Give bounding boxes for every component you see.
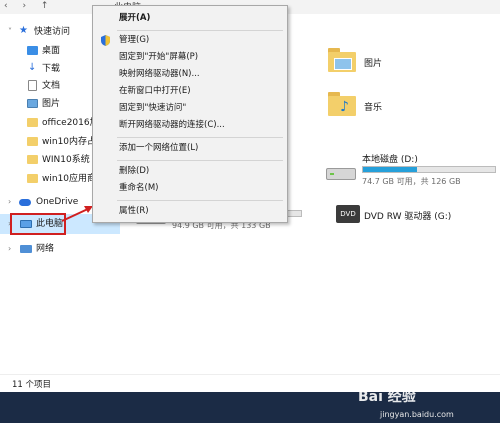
folder-icon xyxy=(27,137,38,146)
folder-icon xyxy=(27,174,38,183)
status-bar: 11 个项目 xyxy=(0,374,500,393)
menu-item-properties[interactable]: 属性(R) xyxy=(93,204,287,219)
network-icon xyxy=(20,245,32,253)
red-highlight-box xyxy=(10,213,66,235)
drive-label: DVD RW 驱动器 (G:) xyxy=(364,212,452,222)
drive-usage-bar xyxy=(362,166,496,173)
drive-tile-d[interactable]: 本地磁盘 (D:) 74.7 GB 可用，共 126 GB xyxy=(326,150,498,190)
chevron-right-icon[interactable]: › xyxy=(8,194,11,210)
menu-item-manage[interactable]: 管理(G) xyxy=(93,33,287,48)
nav-arrows-icon[interactable]: ‹ › ↑ xyxy=(4,1,54,11)
sidebar-item-label: 桌面 xyxy=(42,46,61,56)
menu-item-pin-quick-access[interactable]: 固定到"快速访问" xyxy=(93,101,287,116)
quick-access-label: 快速访问 xyxy=(34,27,71,37)
sidebar-item-label: office2016加 xyxy=(42,118,99,128)
folder-label: 音乐 xyxy=(364,103,383,113)
document-icon xyxy=(28,80,37,91)
red-arrow-icon xyxy=(61,206,93,222)
menu-item-pin-start[interactable]: 固定到"开始"屏幕(P) xyxy=(93,50,287,65)
folder-tile-music[interactable]: ♪ 音乐 xyxy=(328,92,388,122)
menu-item-delete[interactable]: 删除(D) xyxy=(93,164,287,179)
menu-item-open-new-window[interactable]: 在新窗口中打开(E) xyxy=(93,84,287,99)
folder-icon xyxy=(27,155,38,164)
drive-free-text: 74.7 GB 可用，共 126 GB xyxy=(362,177,461,186)
watermark-url: jingyan.baidu.com xyxy=(380,410,454,419)
sidebar-item-label: 文档 xyxy=(42,81,61,91)
dvd-drive-icon: DVD xyxy=(336,205,360,223)
menu-item-map-drive[interactable]: 映射网络驱动器(N)... xyxy=(93,67,287,82)
cloud-icon xyxy=(19,199,31,206)
item-count: 11 个项目 xyxy=(12,380,52,390)
shield-icon xyxy=(100,35,111,46)
folder-label: 图片 xyxy=(364,59,383,69)
chevron-right-icon[interactable]: › xyxy=(8,241,11,257)
context-menu: 展开(A) 管理(G) 固定到"开始"屏幕(P) 映射网络驱动器(N)... 在… xyxy=(92,5,288,223)
sidebar-item-label: WIN10系统 xyxy=(42,155,90,165)
star-icon: ★ xyxy=(19,25,28,36)
chevron-down-icon[interactable]: ˅ xyxy=(8,24,12,40)
download-icon: ↓ xyxy=(28,62,37,73)
sidebar-item-label: win10内存占 xyxy=(42,137,97,147)
sidebar-item-label: 下载 xyxy=(42,64,61,74)
drive-usage-fill xyxy=(363,167,418,172)
picture-icon xyxy=(27,99,38,108)
sidebar-item-label: win10应用商 xyxy=(42,174,97,184)
sidebar-item-network[interactable]: › 网络 xyxy=(0,241,120,257)
drive-tile-dvd[interactable]: DVD DVD RW 驱动器 (G:) xyxy=(336,203,496,229)
folder-icon xyxy=(27,118,38,127)
menu-item-disconnect-drive[interactable]: 断开网络驱动器的连接(C)... xyxy=(93,118,287,133)
folder-icon: ♪ xyxy=(328,92,356,116)
hard-drive-icon xyxy=(326,164,356,184)
sidebar-item-label: 网络 xyxy=(36,244,55,254)
folder-icon xyxy=(328,48,356,72)
drive-label: 本地磁盘 (D:) xyxy=(362,155,418,165)
watermark-logo: Bai 经验 xyxy=(358,389,416,405)
menu-item-rename[interactable]: 重命名(M) xyxy=(93,181,287,196)
desktop-icon xyxy=(27,46,38,55)
menu-item-add-network-location[interactable]: 添加一个网络位置(L) xyxy=(93,141,287,156)
folder-tile-pictures[interactable]: 图片 xyxy=(328,48,388,78)
menu-item-expand[interactable]: 展开(A) xyxy=(93,11,287,26)
sidebar-item-label: 图片 xyxy=(42,99,61,109)
